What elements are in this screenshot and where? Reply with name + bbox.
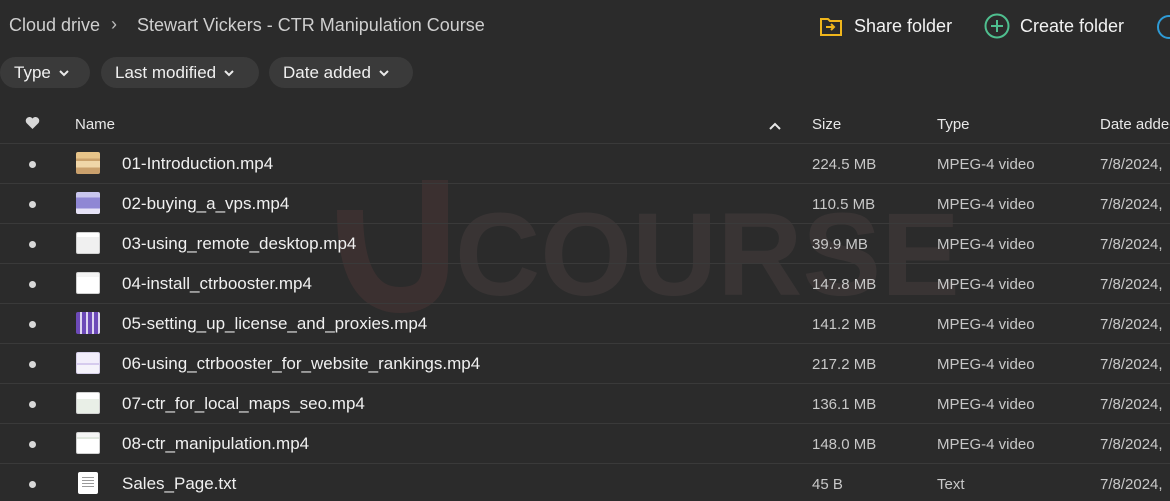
file-date: 7/8/2024, bbox=[1100, 436, 1163, 453]
file-size: 148.0 MB bbox=[812, 436, 877, 453]
filter-last-modified[interactable]: Last modified bbox=[101, 57, 259, 88]
file-date: 7/8/2024, bbox=[1100, 356, 1163, 373]
file-name[interactable]: 03-using_remote_desktop.mp4 bbox=[122, 234, 356, 254]
file-name[interactable]: Sales_Page.txt bbox=[122, 474, 236, 494]
file-date: 7/8/2024, bbox=[1100, 276, 1163, 293]
table-row[interactable]: Sales_Page.txt 45 B Text 7/8/2024, bbox=[0, 464, 1170, 501]
file-name[interactable]: 07-ctr_for_local_maps_seo.mp4 bbox=[122, 394, 365, 414]
file-type: MPEG-4 video bbox=[937, 356, 1035, 373]
filter-type[interactable]: Type bbox=[0, 57, 90, 88]
favorite-dot[interactable] bbox=[29, 401, 36, 408]
favorite-dot[interactable] bbox=[29, 201, 36, 208]
file-size: 110.5 MB bbox=[812, 196, 876, 213]
share-folder-button[interactable]: Share folder bbox=[818, 13, 952, 39]
breadcrumb-root[interactable]: Cloud drive bbox=[9, 15, 100, 36]
breadcrumb-current: Stewart Vickers - CTR Manipulation Cours… bbox=[137, 15, 485, 35]
chevron-right-icon: › bbox=[111, 14, 117, 34]
file-date: 7/8/2024, bbox=[1100, 396, 1163, 413]
chevron-down-icon bbox=[59, 68, 69, 78]
file-name[interactable]: 02-buying_a_vps.mp4 bbox=[122, 194, 289, 214]
video-thumbnail bbox=[76, 432, 100, 454]
file-type: MPEG-4 video bbox=[937, 396, 1035, 413]
filter-date-added-label: Date added bbox=[283, 62, 371, 82]
table-row[interactable]: 06-using_ctrbooster_for_website_rankings… bbox=[0, 344, 1170, 384]
create-folder-label: Create folder bbox=[1020, 15, 1125, 36]
heart-icon[interactable] bbox=[25, 116, 40, 134]
file-date: 7/8/2024, bbox=[1100, 476, 1163, 493]
video-thumbnail bbox=[76, 272, 100, 294]
table-row[interactable]: 05-setting_up_license_and_proxies.mp4 14… bbox=[0, 304, 1170, 344]
video-thumbnail bbox=[76, 152, 100, 174]
favorite-dot[interactable] bbox=[29, 321, 36, 328]
text-file-icon bbox=[78, 472, 98, 494]
file-type: Text bbox=[937, 476, 965, 493]
file-date: 7/8/2024, bbox=[1100, 316, 1163, 333]
favorite-dot[interactable] bbox=[29, 241, 36, 248]
favorite-dot[interactable] bbox=[29, 161, 36, 168]
filter-last-modified-label: Last modified bbox=[115, 62, 217, 82]
table-row[interactable]: 01-Introduction.mp4 224.5 MB MPEG-4 vide… bbox=[0, 144, 1170, 184]
table-row[interactable]: 08-ctr_manipulation.mp4 148.0 MB MPEG-4 … bbox=[0, 424, 1170, 464]
favorite-dot[interactable] bbox=[29, 281, 36, 288]
table-row[interactable]: 02-buying_a_vps.mp4 110.5 MB MPEG-4 vide… bbox=[0, 184, 1170, 224]
file-table: Name Size Type Date added 01-Introductio… bbox=[0, 104, 1170, 501]
video-thumbnail bbox=[76, 352, 100, 374]
file-size: 136.1 MB bbox=[812, 396, 877, 413]
favorite-dot[interactable] bbox=[29, 361, 36, 368]
file-type: MPEG-4 video bbox=[937, 276, 1035, 293]
file-size: 141.2 MB bbox=[812, 316, 877, 333]
favorite-dot[interactable] bbox=[29, 481, 36, 488]
file-size: 45 B bbox=[812, 476, 843, 493]
file-type: MPEG-4 video bbox=[937, 436, 1035, 453]
video-thumbnail bbox=[76, 232, 100, 254]
file-date: 7/8/2024, bbox=[1100, 196, 1163, 213]
top-bar: Cloud drive › Stewart Vickers - CTR Mani… bbox=[0, 0, 1170, 54]
chevron-down-icon bbox=[224, 68, 234, 78]
file-type: MPEG-4 video bbox=[937, 156, 1035, 173]
file-type: MPEG-4 video bbox=[937, 316, 1035, 333]
chevron-down-icon bbox=[379, 68, 389, 78]
column-size[interactable]: Size bbox=[812, 116, 841, 133]
file-size: 217.2 MB bbox=[812, 356, 877, 373]
file-name[interactable]: 06-using_ctrbooster_for_website_rankings… bbox=[122, 354, 480, 374]
file-size: 39.9 MB bbox=[812, 236, 868, 253]
filter-date-added[interactable]: Date added bbox=[269, 57, 413, 88]
column-type[interactable]: Type bbox=[937, 116, 970, 133]
upload-button[interactable] bbox=[1157, 15, 1170, 39]
create-folder-icon bbox=[984, 13, 1010, 39]
create-folder-button[interactable]: Create folder bbox=[984, 13, 1124, 39]
column-date-added[interactable]: Date added bbox=[1100, 116, 1170, 133]
sort-up-icon[interactable] bbox=[769, 118, 781, 135]
table-row[interactable]: 03-using_remote_desktop.mp4 39.9 MB MPEG… bbox=[0, 224, 1170, 264]
file-size: 147.8 MB bbox=[812, 276, 877, 293]
file-name[interactable]: 05-setting_up_license_and_proxies.mp4 bbox=[122, 314, 427, 334]
table-row[interactable]: 04-install_ctrbooster.mp4 147.8 MB MPEG-… bbox=[0, 264, 1170, 304]
filter-type-label: Type bbox=[14, 62, 51, 82]
file-name[interactable]: 01-Introduction.mp4 bbox=[122, 154, 273, 174]
table-row[interactable]: 07-ctr_for_local_maps_seo.mp4 136.1 MB M… bbox=[0, 384, 1170, 424]
share-folder-icon bbox=[818, 13, 844, 39]
file-type: MPEG-4 video bbox=[937, 236, 1035, 253]
table-header: Name Size Type Date added bbox=[0, 104, 1170, 144]
favorite-dot[interactable] bbox=[29, 441, 36, 448]
file-type: MPEG-4 video bbox=[937, 196, 1035, 213]
file-name[interactable]: 04-install_ctrbooster.mp4 bbox=[122, 274, 312, 294]
file-date: 7/8/2024, bbox=[1100, 236, 1163, 253]
file-name[interactable]: 08-ctr_manipulation.mp4 bbox=[122, 434, 309, 454]
file-size: 224.5 MB bbox=[812, 156, 877, 173]
file-date: 7/8/2024, bbox=[1100, 156, 1163, 173]
share-folder-label: Share folder bbox=[854, 15, 953, 36]
video-thumbnail bbox=[76, 312, 100, 334]
column-name[interactable]: Name bbox=[75, 116, 115, 133]
video-thumbnail bbox=[76, 192, 100, 214]
video-thumbnail bbox=[76, 392, 100, 414]
